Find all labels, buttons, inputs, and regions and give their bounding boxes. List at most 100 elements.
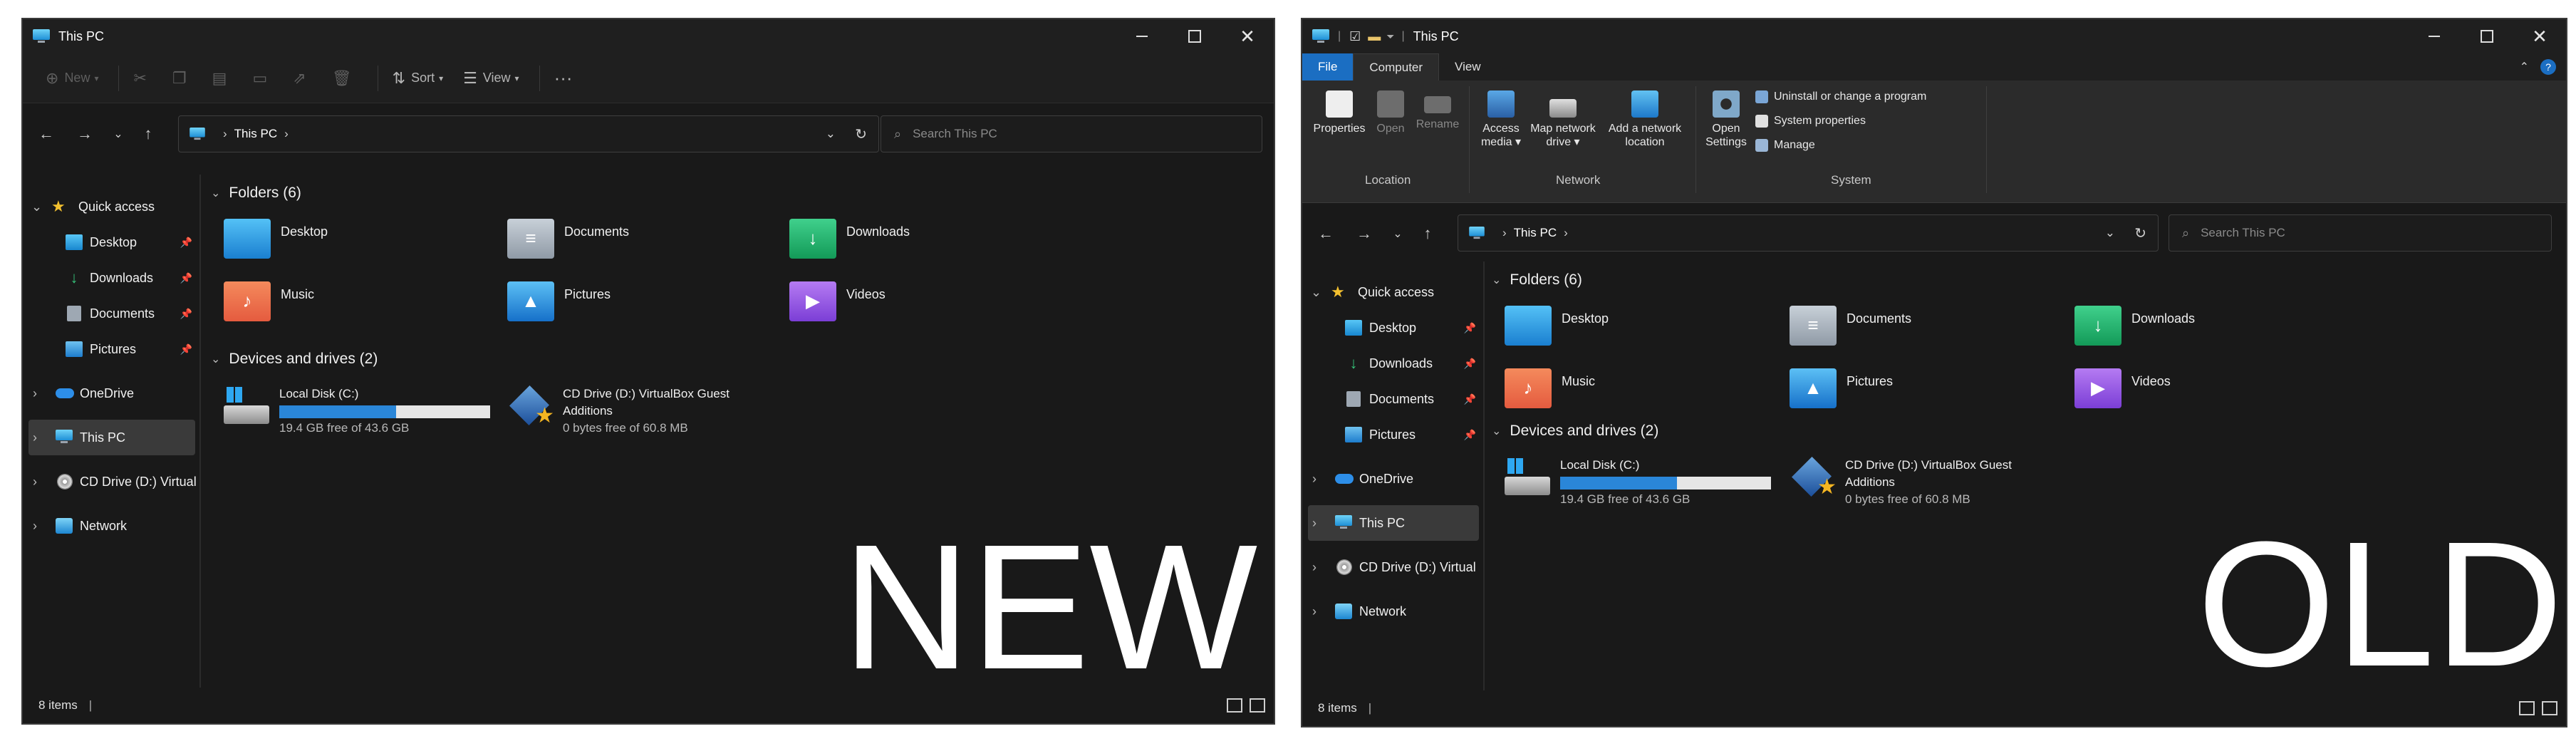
sidebar-item-downloads[interactable]: ↓ Downloads 📌	[23, 260, 199, 296]
rename-button[interactable]: Rename	[1412, 90, 1463, 131]
sidebar-item-desktop[interactable]: Desktop 📌	[1302, 310, 1483, 346]
cut-button[interactable]: ✂	[133, 69, 152, 88]
sort-button[interactable]: ⇅ Sort ▾	[393, 69, 443, 88]
drive-cd-d[interactable]: ★ CD Drive (D:) VirtualBox Guest Additio…	[1790, 456, 2012, 508]
close-button[interactable]: ✕	[1221, 19, 1274, 53]
properties-quick-icon[interactable]: ☑	[1349, 29, 1361, 44]
forward-button[interactable]: →	[66, 125, 104, 143]
sidebar-item-network[interactable]: › Network	[23, 508, 199, 544]
forward-button[interactable]: →	[1345, 224, 1383, 243]
folder-videos[interactable]: ▶ Videos	[2074, 368, 2171, 408]
new-button[interactable]: ⊕ New ▾	[46, 69, 98, 88]
folders-group-header[interactable]: ⌄ Folders (6)	[211, 185, 301, 202]
folder-desktop[interactable]: Desktop	[1505, 306, 1609, 346]
recent-dropdown[interactable]: ⌄	[104, 127, 133, 141]
tab-view[interactable]: View	[1439, 53, 1497, 81]
sidebar-item-cd-drive[interactable]: › CD Drive (D:) Virtual	[23, 464, 199, 499]
folder-desktop[interactable]: Desktop	[224, 219, 328, 259]
drive-local-disk-c[interactable]: Local Disk (C:) 19.4 GB free of 43.6 GB	[224, 385, 490, 437]
close-button[interactable]: ✕	[2513, 19, 2566, 53]
pin-icon[interactable]: 📌	[180, 272, 192, 284]
chevron-right-icon[interactable]: ›	[1312, 472, 1316, 487]
pin-icon[interactable]: 📌	[180, 237, 192, 249]
folder-documents[interactable]: ≡ Documents	[1790, 306, 1911, 346]
address-dropdown-icon[interactable]: ⌄	[826, 127, 836, 141]
sidebar-item-this-pc[interactable]: › This PC	[28, 420, 195, 455]
sidebar-item-desktop[interactable]: Desktop 📌	[23, 224, 199, 260]
search-box[interactable]: ⌕ Search This PC	[2169, 214, 2552, 252]
help-icon[interactable]: ?	[2540, 59, 2556, 75]
properties-button[interactable]: Properties	[1311, 90, 1368, 135]
address-bar[interactable]: › This PC › ⌄ ↻	[178, 115, 879, 152]
uninstall-program-button[interactable]: Uninstall or change a program	[1755, 90, 1926, 103]
share-button[interactable]: ⇗	[293, 69, 311, 88]
paste-button[interactable]: ▤	[212, 69, 233, 88]
details-view-button[interactable]	[2519, 701, 2535, 715]
pin-icon[interactable]: 📌	[1464, 322, 1476, 334]
maximize-button[interactable]	[1168, 19, 1221, 53]
folder-pictures[interactable]: ▲ Pictures	[1790, 368, 1893, 408]
sidebar-item-this-pc[interactable]: › This PC	[1308, 505, 1479, 541]
sidebar-item-documents[interactable]: Documents 📌	[1302, 381, 1483, 417]
up-button[interactable]: ↑	[133, 125, 164, 143]
sidebar-item-pictures[interactable]: Pictures 📌	[1302, 417, 1483, 452]
pin-icon[interactable]: 📌	[1464, 358, 1476, 370]
recent-dropdown[interactable]: ⌄	[1383, 227, 1412, 241]
map-network-drive-button[interactable]: Map network drive ▾	[1529, 90, 1597, 149]
new-folder-quick-icon[interactable]: ▬	[1368, 29, 1381, 44]
folder-downloads[interactable]: ↓ Downloads	[789, 219, 910, 259]
sidebar-item-quick-access[interactable]: ⌄ ★ Quick access	[1302, 274, 1483, 310]
up-button[interactable]: ↑	[1412, 224, 1443, 243]
maximize-button[interactable]	[2461, 19, 2513, 53]
drives-group-header[interactable]: ⌄ Devices and drives (2)	[1492, 423, 1658, 440]
manage-button[interactable]: Manage	[1755, 139, 1815, 152]
open-settings-button[interactable]: Open Settings	[1701, 90, 1751, 149]
folder-documents[interactable]: ≡ Documents	[507, 219, 629, 259]
details-view-button[interactable]	[1227, 698, 1242, 713]
back-button[interactable]: ←	[1307, 224, 1345, 243]
chevron-down-icon[interactable]: ⌄	[1311, 285, 1321, 300]
sidebar-item-cd-drive[interactable]: › CD Drive (D:) Virtual	[1302, 549, 1483, 585]
pin-icon[interactable]: 📌	[1464, 393, 1476, 405]
chevron-right-icon[interactable]: ›	[33, 475, 37, 490]
chevron-right-icon[interactable]: ›	[33, 386, 37, 401]
drives-group-header[interactable]: ⌄ Devices and drives (2)	[211, 351, 378, 368]
chevron-right-icon[interactable]: ›	[1312, 516, 1316, 531]
folder-downloads[interactable]: ↓ Downloads	[2074, 306, 2195, 346]
drive-local-disk-c[interactable]: Local Disk (C:) 19.4 GB free of 43.6 GB	[1505, 457, 1771, 508]
minimize-button[interactable]	[2408, 19, 2461, 53]
refresh-icon[interactable]: ↻	[2134, 224, 2146, 242]
folder-pictures[interactable]: ▲ Pictures	[507, 281, 611, 321]
sidebar-item-network[interactable]: › Network	[1302, 594, 1483, 629]
back-button[interactable]: ←	[27, 125, 66, 143]
minimize-button[interactable]	[1116, 19, 1168, 53]
sidebar-item-quick-access[interactable]: ⌄ ★ Quick access	[23, 189, 199, 224]
chevron-right-icon[interactable]: ›	[1312, 560, 1316, 575]
sidebar-item-onedrive[interactable]: › OneDrive	[1302, 461, 1483, 497]
folder-music[interactable]: ♪ Music	[224, 281, 314, 321]
sidebar-item-documents[interactable]: Documents 📌	[23, 296, 199, 331]
chevron-right-icon[interactable]: ›	[33, 519, 37, 534]
large-icons-view-button[interactable]	[2542, 701, 2557, 715]
tab-computer[interactable]: Computer	[1353, 53, 1440, 81]
sidebar-item-onedrive[interactable]: › OneDrive	[23, 376, 199, 411]
tab-file[interactable]: File	[1302, 53, 1354, 81]
folder-videos[interactable]: ▶ Videos	[789, 281, 886, 321]
drive-cd-d[interactable]: ★ CD Drive (D:) VirtualBox Guest Additio…	[507, 385, 729, 437]
system-properties-button[interactable]: System properties	[1755, 115, 1866, 128]
access-media-button[interactable]: Access media ▾	[1476, 90, 1526, 149]
chevron-down-icon[interactable]: ⌄	[31, 200, 42, 214]
address-bar[interactable]: › This PC › ⌄ ↻	[1458, 214, 2159, 252]
quick-access-toolbar-dropdown[interactable]: ⏷	[1386, 31, 1394, 43]
chevron-right-icon[interactable]: ›	[1312, 604, 1316, 619]
pin-icon[interactable]: 📌	[180, 308, 192, 320]
large-icons-view-button[interactable]	[1250, 698, 1265, 713]
sidebar-item-pictures[interactable]: Pictures 📌	[23, 331, 199, 367]
address-dropdown-icon[interactable]: ⌄	[2105, 226, 2115, 240]
folders-group-header[interactable]: ⌄ Folders (6)	[1492, 271, 1582, 289]
refresh-icon[interactable]: ↻	[855, 125, 867, 143]
search-box[interactable]: ⌕ Search This PC	[881, 115, 1262, 152]
breadcrumb-this-pc[interactable]: This PC	[1514, 226, 1557, 240]
view-button[interactable]: ☰ View ▾	[463, 69, 519, 88]
copy-button[interactable]: ❐	[172, 69, 192, 88]
